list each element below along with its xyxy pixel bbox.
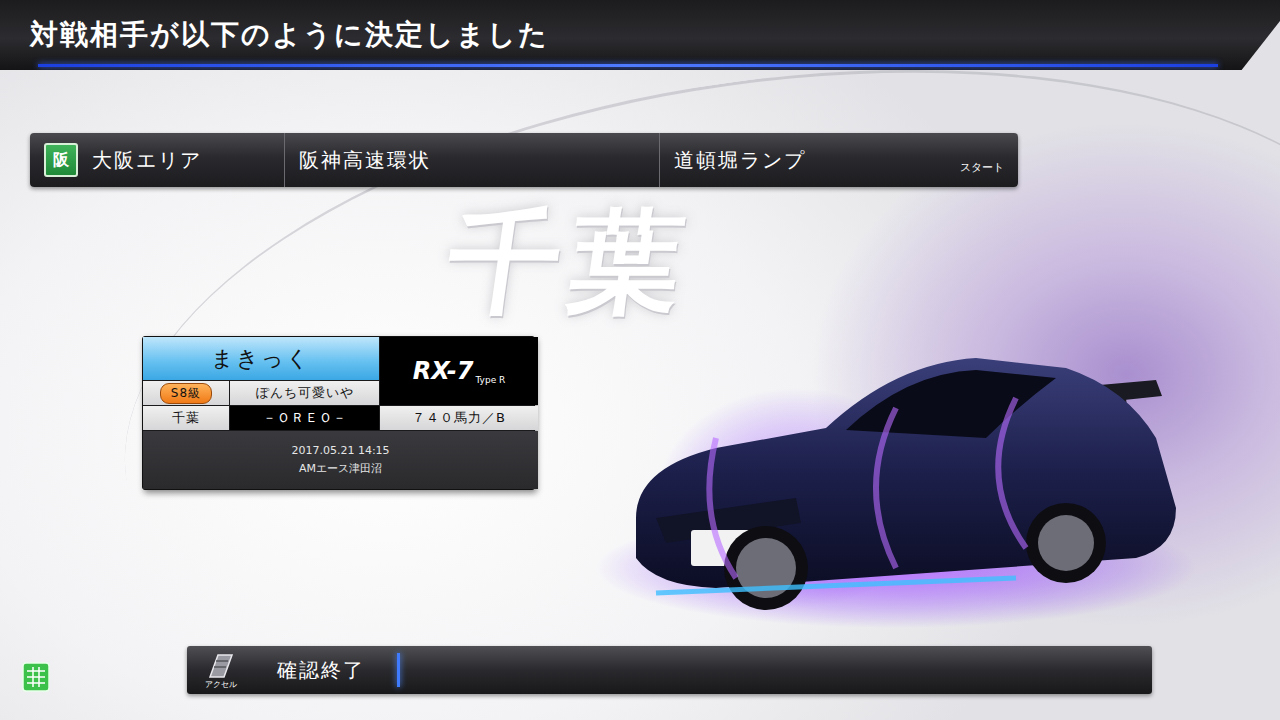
car-grade: Type R	[476, 375, 506, 385]
player-title: ぽんち可愛いや	[230, 381, 379, 405]
play-info: 2017.05.21 14:15 AMエース津田沼	[143, 431, 538, 489]
car-model: RX-7	[413, 357, 474, 385]
area-name: 大阪エリア	[92, 147, 202, 174]
main-area: 阪大阪エリア阪神高速環状道頓堀ランプスタートまきっくRX-7Type RS8級ぽ…	[0, 70, 1280, 694]
route-area: 阪大阪エリア	[30, 133, 284, 187]
route-ramp: 道頓堀ランプ スタート	[659, 133, 1018, 187]
car-stage	[596, 318, 1216, 628]
route-bar: 阪大阪エリア阪神高速環状道頓堀ランプスタート	[30, 133, 1018, 187]
card-reader-icon	[22, 662, 50, 692]
confirm-bar[interactable]: アクセル 確認終了	[187, 646, 1152, 694]
opponent-card: まきっくRX-7Type RS8級ぽんち可愛いや千葉－ＯＲＥＯ－７４０馬力／B2…	[142, 336, 535, 490]
header-bar: 対戦相手が以下のように決定しました	[0, 0, 1280, 70]
course-name: 阪神高速環状	[299, 147, 431, 174]
car-name: RX-7Type R	[380, 337, 538, 405]
rank-cell: S8級	[143, 381, 229, 405]
opponent-screen: 対戦相手が以下のように決定しました千葉阪大阪エリア阪神高速環状道頓堀ランプスター…	[0, 0, 1280, 720]
play-date: 2017.05.21 14:15	[291, 444, 389, 457]
player-region: 千葉	[143, 406, 229, 430]
team-name: －ＯＲＥＯ－	[230, 406, 379, 430]
region-watermark: 千葉	[437, 188, 702, 339]
middle-row: まきっくRX-7Type RS8級ぽんち可愛いや千葉－ＯＲＥＯ－７４０馬力／B2…	[30, 336, 1280, 490]
rank-badge: S8級	[160, 383, 212, 404]
accelerator-pedal-icon	[206, 653, 236, 679]
accelerator-label: アクセル	[205, 679, 237, 690]
accelerator-button[interactable]: アクセル	[197, 651, 245, 690]
card-icon	[22, 662, 50, 692]
start-label: スタート	[960, 160, 1004, 187]
ramp-name: 道頓堀ランプ	[674, 147, 806, 174]
area-badge: 阪	[44, 143, 78, 177]
route-course: 阪神高速環状	[284, 133, 659, 187]
confirm-text: 確認終了	[277, 657, 365, 684]
cursor-bar	[397, 653, 400, 687]
header-title: 対戦相手が以下のように決定しました	[30, 16, 549, 54]
play-store: AMエース津田沼	[299, 461, 382, 476]
player-name: まきっく	[143, 337, 379, 380]
car-illustration	[596, 318, 1216, 628]
car-power: ７４０馬力／B	[380, 406, 538, 430]
